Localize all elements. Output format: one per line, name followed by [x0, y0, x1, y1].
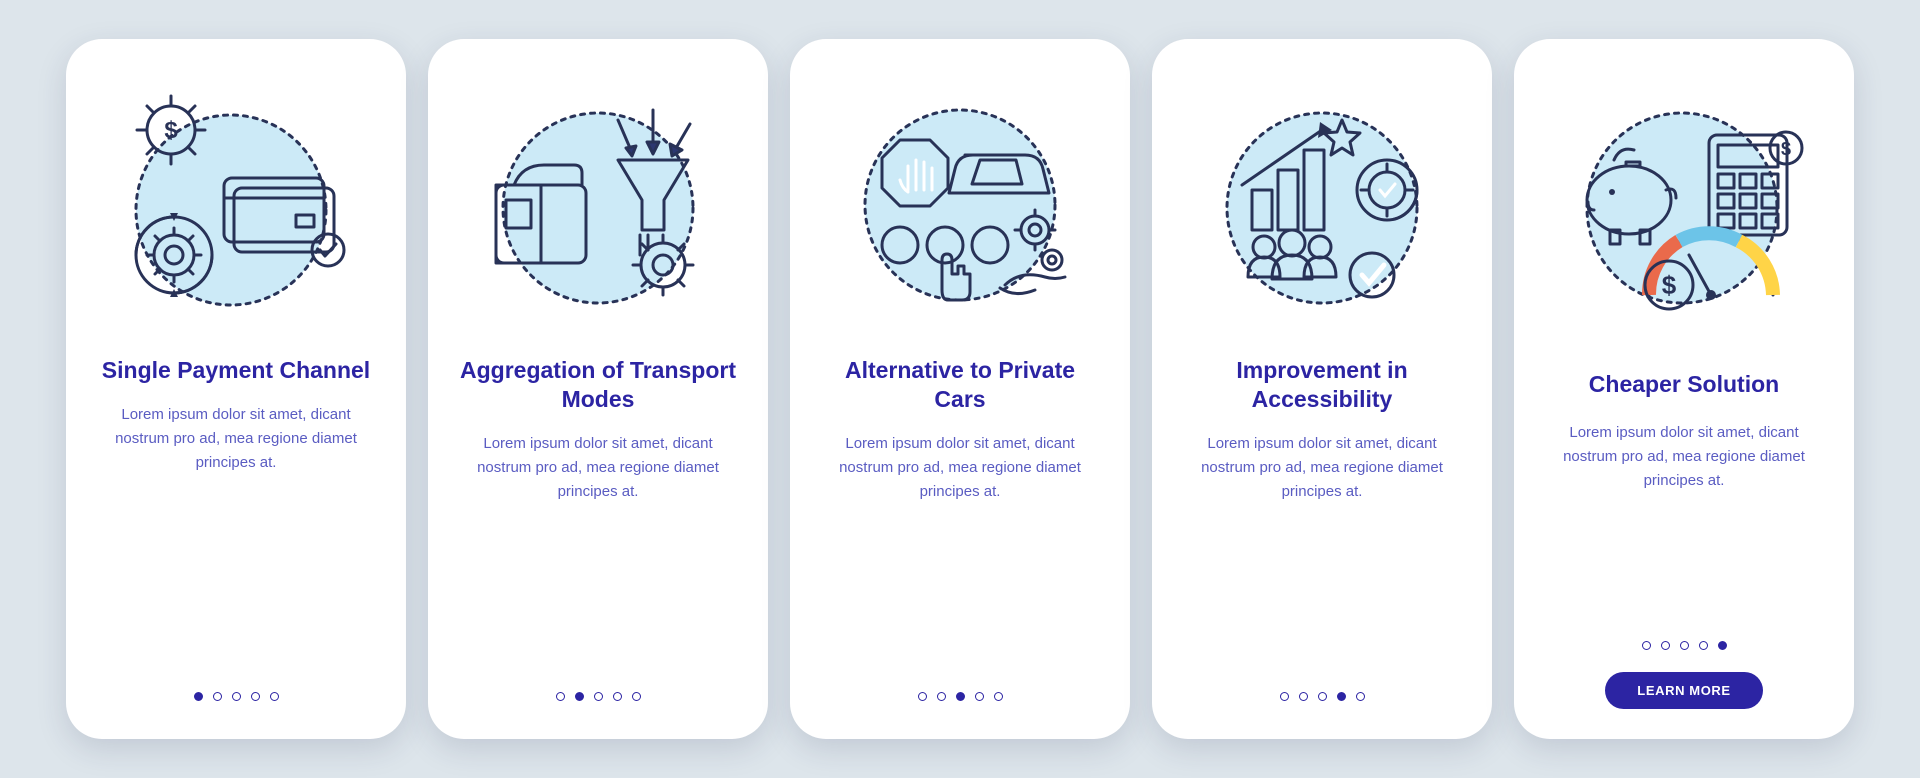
dot-1[interactable]: [1642, 641, 1651, 650]
dot-5[interactable]: [1718, 641, 1727, 650]
slide-title: Improvement in Accessibility: [1180, 356, 1464, 414]
pagination-dots: [556, 692, 641, 701]
slide-title: Aggregation of Transport Modes: [456, 356, 740, 414]
dot-2[interactable]: [937, 692, 946, 701]
dot-2[interactable]: [1661, 641, 1670, 650]
dot-3[interactable]: [956, 692, 965, 701]
dot-4[interactable]: [1699, 641, 1708, 650]
svg-text:$: $: [1662, 270, 1677, 300]
illustration-aggregation: [456, 77, 740, 332]
slide-title: Alternative to Private Cars: [818, 356, 1102, 414]
dot-1[interactable]: [918, 692, 927, 701]
dot-5[interactable]: [270, 692, 279, 701]
dot-4[interactable]: [251, 692, 260, 701]
dot-3[interactable]: [232, 692, 241, 701]
onboarding-slide-2: Aggregation of Transport Modes Lorem ips…: [428, 39, 768, 739]
dot-5[interactable]: [1356, 692, 1365, 701]
pagination-dots: [194, 692, 279, 701]
dot-2[interactable]: [1299, 692, 1308, 701]
dot-2[interactable]: [575, 692, 584, 701]
learn-more-button[interactable]: LEARN MORE: [1605, 672, 1762, 709]
slide-title: Single Payment Channel: [102, 356, 370, 385]
illustration-accessibility: [1180, 77, 1464, 332]
dot-3[interactable]: [1680, 641, 1689, 650]
pagination-dots: [1280, 692, 1365, 701]
slide-body: Lorem ipsum dolor sit amet, dicant nostr…: [825, 432, 1095, 504]
onboarding-slide-3: Alternative to Private Cars Lorem ipsum …: [790, 39, 1130, 739]
pagination-dots: [918, 692, 1003, 701]
dot-3[interactable]: [1318, 692, 1327, 701]
slide-body: Lorem ipsum dolor sit amet, dicant nostr…: [1549, 421, 1819, 493]
dot-2[interactable]: [213, 692, 222, 701]
svg-text:$: $: [1781, 139, 1791, 159]
illustration-payment: $: [94, 77, 378, 332]
slide-title: Cheaper Solution: [1589, 370, 1779, 399]
slide-body: Lorem ipsum dolor sit amet, dicant nostr…: [1187, 432, 1457, 504]
dot-1[interactable]: [556, 692, 565, 701]
dot-1[interactable]: [194, 692, 203, 701]
dot-3[interactable]: [594, 692, 603, 701]
dot-4[interactable]: [613, 692, 622, 701]
dot-5[interactable]: [994, 692, 1003, 701]
dot-4[interactable]: [975, 692, 984, 701]
illustration-alternative: [818, 77, 1102, 332]
illustration-cheaper: $ $: [1542, 77, 1826, 332]
dot-4[interactable]: [1337, 692, 1346, 701]
dot-5[interactable]: [632, 692, 641, 701]
onboarding-slide-1: $ Single Payment Channel Lorem ipsum dol…: [66, 39, 406, 739]
slide-body: Lorem ipsum dolor sit amet, dicant nostr…: [101, 403, 371, 475]
svg-text:$: $: [164, 117, 178, 144]
onboarding-slide-4: Improvement in Accessibility Lorem ipsum…: [1152, 39, 1492, 739]
slide-body: Lorem ipsum dolor sit amet, dicant nostr…: [463, 432, 733, 504]
dot-1[interactable]: [1280, 692, 1289, 701]
onboarding-slide-5: $ $ Cheaper Solution Lorem ipsum dolor s…: [1514, 39, 1854, 739]
pagination-dots: [1642, 641, 1727, 650]
